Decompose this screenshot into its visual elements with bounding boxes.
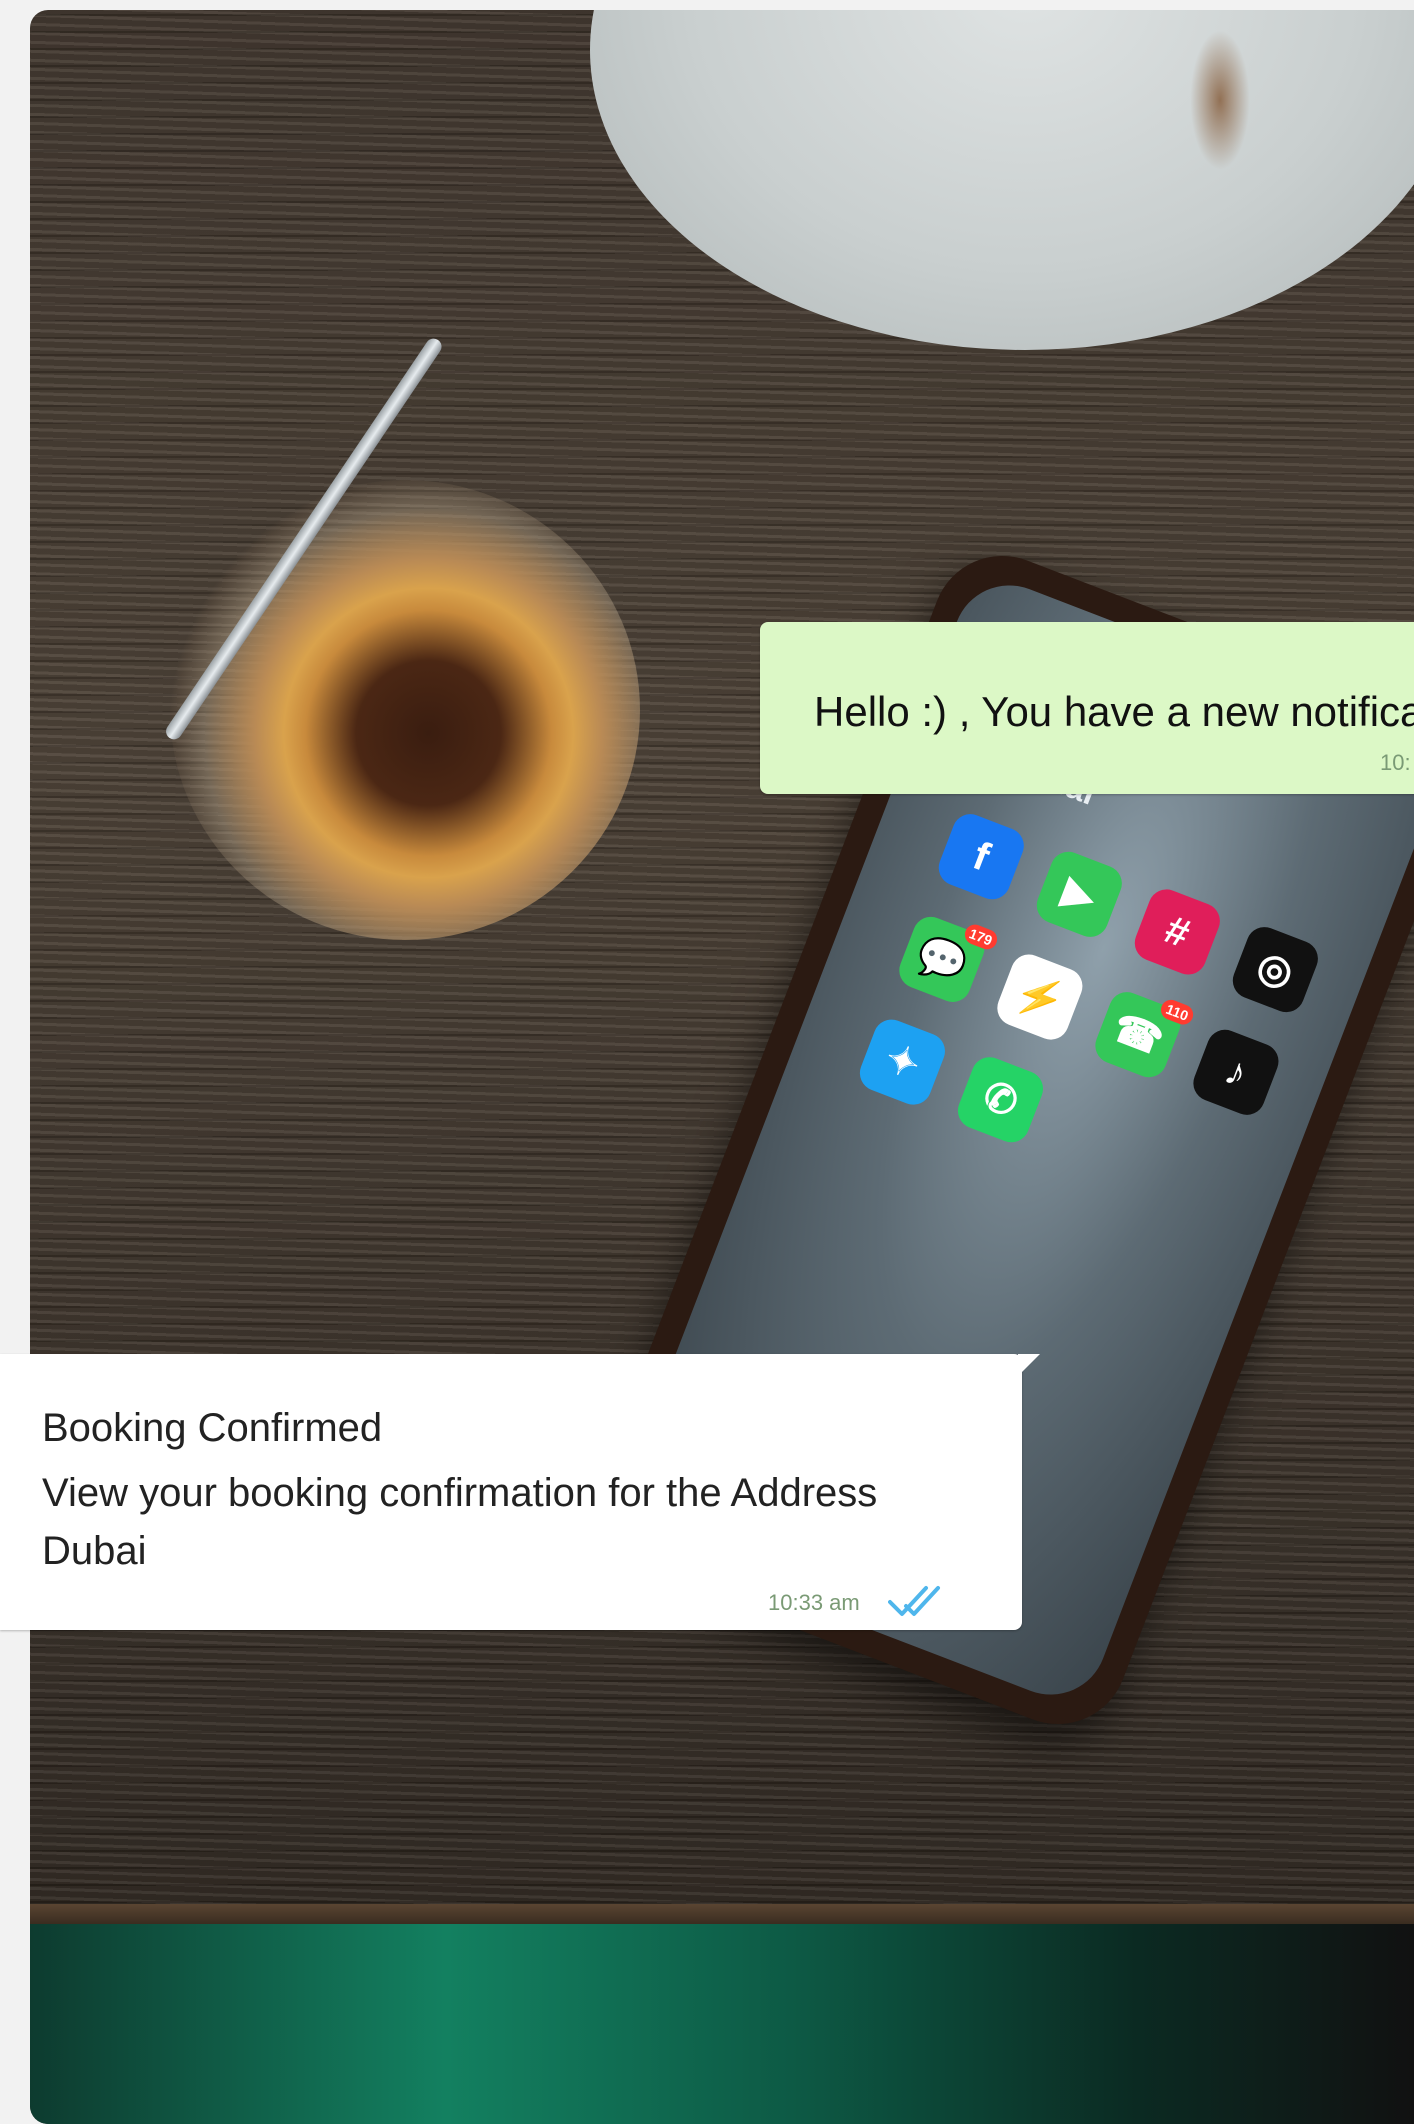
outgoing-message-bubble[interactable]: Hello :) , You have a new notificat 10:: [760, 622, 1414, 794]
whatsapp-icon: ✆: [952, 1051, 1049, 1148]
messages-icon: 💬 179: [894, 911, 1000, 1008]
badge: 179: [961, 921, 1000, 953]
slack-icon: #: [1129, 884, 1226, 980]
bubble-tail: [1018, 1354, 1040, 1376]
background-photo: Social f ▶ # ◎ 💬 179 ⚡ ☎ 110 ♪ ✦ ✆: [30, 10, 1414, 2124]
instagram-icon: ◎: [1227, 921, 1324, 1018]
coffee-stain: [1190, 30, 1250, 170]
floor: [30, 1924, 1414, 2124]
double-check-icon: [888, 1586, 940, 1616]
plate: [590, 10, 1414, 350]
message-time: 10:33 am: [768, 1590, 860, 1615]
tiktok-icon: ♪: [1188, 1024, 1284, 1121]
facetime-icon: ▶: [1031, 846, 1128, 943]
message-title: Booking Confirmed: [42, 1406, 383, 1450]
coffee-glass: [170, 480, 640, 940]
badge: 110: [1158, 997, 1197, 1028]
message-time: 10:: [1380, 750, 1411, 775]
twitter-icon: ✦: [854, 1014, 951, 1110]
phone-app-icon: ☎ 110: [1090, 986, 1197, 1083]
incoming-message-bubble[interactable]: Booking Confirmed View your booking conf…: [0, 1354, 1040, 1630]
message-body: View your booking confirmation for the A…: [42, 1471, 878, 1573]
facebook-icon: f: [933, 808, 1030, 905]
message-text: Hello :) , You have a new notificat: [814, 688, 1414, 735]
messenger-icon: ⚡: [992, 949, 1088, 1045]
